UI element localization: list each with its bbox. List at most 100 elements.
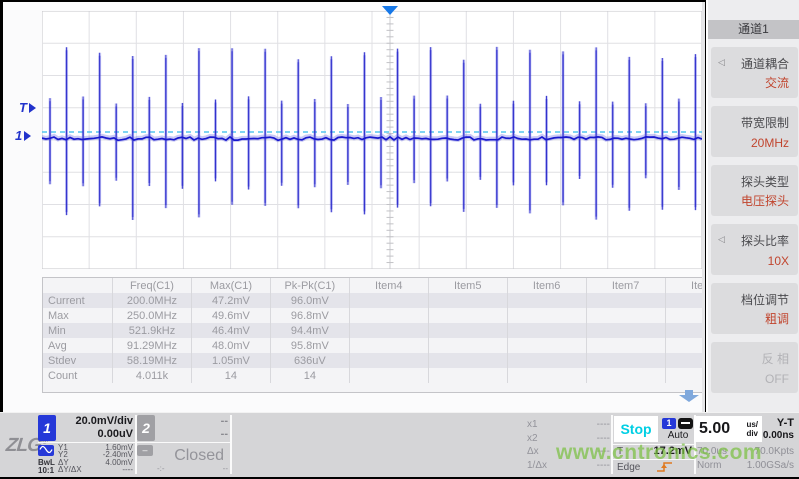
channel1-scale: 20.0mV/div [57, 415, 133, 427]
cell-value [349, 353, 428, 368]
cell-value: 200.0MHz [113, 293, 192, 308]
row-label: Min [43, 323, 113, 338]
arrow-right-icon [29, 103, 36, 113]
menu-item-value: OFF [765, 372, 789, 386]
cell-value [428, 338, 507, 353]
menu-item-gear-adjust[interactable]: 档位调节粗调 [711, 283, 798, 334]
cell-value: 47.2mV [191, 293, 270, 308]
menu-item-value: 交流 [765, 74, 789, 91]
cell-value: 96.0mV [270, 293, 349, 308]
scrollbar-track[interactable] [702, 2, 705, 412]
column-header-item5[interactable]: Item5 [428, 278, 507, 293]
cell-value: 46.4mV [191, 323, 270, 338]
trigger-position-marker-icon[interactable] [382, 6, 398, 15]
channel1-badge[interactable]: 1 [38, 415, 56, 441]
channel2-status-block[interactable]: 2 -- -- – Closed -:- -- [137, 415, 232, 474]
scroll-down-icon[interactable] [678, 389, 700, 408]
trigger-level-label: T [617, 446, 623, 457]
trigger-coupling-icon [678, 418, 693, 429]
cell-value [507, 338, 586, 353]
trigger-status-block[interactable]: Stop 1 Auto T 17.2mV Edge [611, 415, 696, 474]
cell-value: 95.8mV [270, 338, 349, 353]
trigger-level-marker[interactable]: T [19, 100, 36, 115]
table-row: Max250.0MHz49.6mV96.8mV [43, 308, 703, 323]
row-label: Current [43, 293, 113, 308]
menu-item-coupling[interactable]: ◁通道耦合交流 [711, 47, 798, 98]
cursor-value: ---- [122, 466, 133, 473]
cell-value [507, 308, 586, 323]
column-header-item6[interactable]: Item6 [507, 278, 586, 293]
acquire-mode: Norm [697, 460, 721, 471]
channel1-status-block[interactable]: 1 20.0mV/div 0.00uV BwL 10:1 Y11.60mVY2-… [38, 415, 137, 474]
menu-item-label: 带宽限制 [741, 114, 789, 131]
channel2-offset: -- [158, 428, 228, 440]
trigger-source-badge: 1 [662, 418, 676, 429]
column-header-pk-pk-c1-[interactable]: Pk-Pk(C1) [270, 278, 349, 293]
cell-value [507, 323, 586, 338]
cell-value [586, 323, 665, 338]
cell-value: 48.0mV [191, 338, 270, 353]
trigger-level-label: T [19, 100, 27, 115]
cursor-name: 1/Δx [527, 459, 547, 473]
sample-rate: 1.00GSa/s [747, 460, 794, 471]
channel2-badge[interactable]: 2 [137, 415, 155, 441]
cell-value [586, 353, 665, 368]
menu-item-label: 通道耦合 [741, 55, 789, 72]
cell-value: 49.6mV [191, 308, 270, 323]
trigger-mode: Auto [662, 430, 694, 441]
menu-item-value: 电压探头 [741, 192, 789, 209]
cell-value: 94.4mV [270, 323, 349, 338]
cell-value [349, 323, 428, 338]
acquisition-state-badge[interactable]: Stop [614, 416, 658, 442]
cursor-readout-row: 1/Δx ---- [527, 459, 610, 473]
cell-value: 58.19MHz [113, 353, 192, 368]
cell-value [507, 353, 586, 368]
channel1-offset: 0.00uV [57, 428, 133, 440]
cell-value [586, 293, 665, 308]
menu-item-bandwidth-limit[interactable]: 带宽限制20MHz [711, 106, 798, 157]
cursor-name: x2 [527, 432, 538, 446]
cursor-name: Δx [527, 445, 539, 459]
cell-value [507, 293, 586, 308]
table-row: Stdev58.19MHz1.05mV636uV [43, 353, 703, 368]
timebase-scale-box[interactable]: 5.00 us/div [694, 416, 762, 442]
cell-value [428, 323, 507, 338]
menu-item-label: 反 相 [762, 350, 789, 367]
cell-value [586, 338, 665, 353]
cell-value: 4.011k [113, 368, 192, 383]
submenu-arrow-icon: ◁ [718, 234, 725, 245]
trigger-type: Edge [617, 462, 640, 473]
row-label: Stdev [43, 353, 113, 368]
table-row: Avg91.29MHz48.0mV95.8mV [43, 338, 703, 353]
cursor-dashes: ---- [597, 459, 610, 473]
display-mode: Y-T [777, 417, 794, 429]
cursor-label: ΔY/ΔX [58, 466, 82, 473]
display-area: T 1 Freq(C1)Max(C1)Pk-Pk(C1)Item4Item5It… [3, 2, 705, 412]
cell-value [428, 368, 507, 383]
menu-item-probe-ratio[interactable]: ◁探头比率10X [711, 224, 798, 275]
menu-panel: 通道1 ◁通道耦合交流带宽限制20MHz探头类型电压探头◁探头比率10X档位调节… [706, 0, 799, 412]
cell-value [349, 338, 428, 353]
column-header-item7[interactable]: Item7 [586, 278, 665, 293]
channel1-marker-label: 1 [15, 128, 22, 143]
menu-item-probe-type[interactable]: 探头类型电压探头 [711, 165, 798, 216]
cursor-readout-row: x1---- [527, 418, 610, 432]
column-header-freq-c1-[interactable]: Freq(C1) [113, 278, 192, 293]
column-header-max-c1-[interactable]: Max(C1) [191, 278, 270, 293]
cell-value [349, 368, 428, 383]
arrow-right-icon [24, 131, 31, 141]
column-header-item8[interactable]: Item8 [665, 278, 703, 293]
cell-value [586, 308, 665, 323]
timebase-scale: 5.00 [699, 420, 730, 438]
cursor-readout-block: x1----x2----Δx----1/Δx---- [527, 415, 610, 474]
cell-value [586, 368, 665, 383]
timebase-status-block[interactable]: 5.00 us/div Y-T 0.00ns 70.0us 70.0Kpts N… [693, 415, 797, 474]
time-range: 70.0us [697, 446, 727, 457]
status-bar: ZLG® 1 20.0mV/div 0.00uV BwL 10:1 Y11.60… [0, 412, 799, 477]
cursor-dashes: ---- [597, 418, 610, 432]
channel1-position-marker[interactable]: 1 [15, 128, 31, 143]
probe-ratio-indicator: 10:1 [38, 466, 54, 475]
column-header-item4[interactable]: Item4 [349, 278, 428, 293]
cell-value [665, 308, 703, 323]
channel2-status: Closed [174, 447, 224, 465]
